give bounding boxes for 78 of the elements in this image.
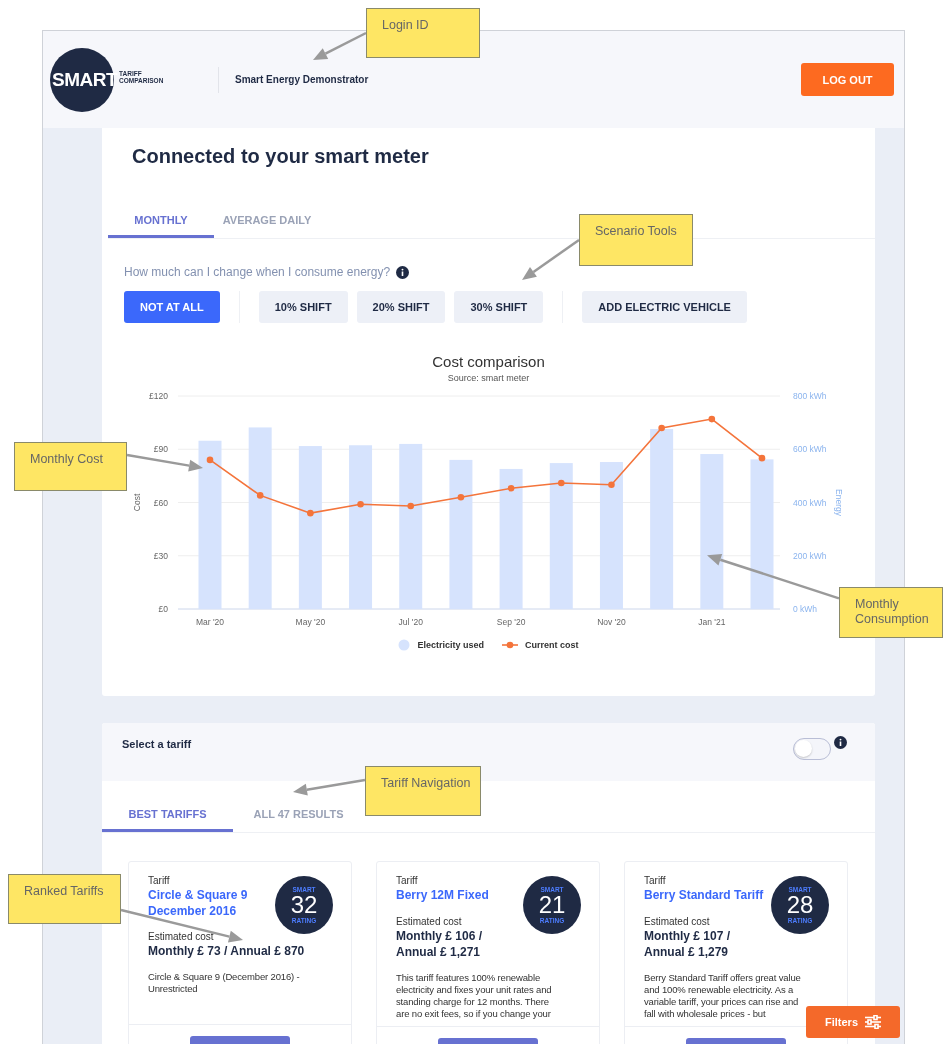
point xyxy=(658,424,665,432)
callout-note: Ranked Tariffs xyxy=(8,874,121,924)
legend-dot-icon xyxy=(398,639,411,651)
axis-tick-label: £0 xyxy=(158,604,168,614)
point xyxy=(357,500,364,508)
point xyxy=(557,479,565,487)
results-tab[interactable]: ALL 47 RESULTS xyxy=(233,808,364,832)
period-tab[interactable]: MONTHLY xyxy=(108,214,214,238)
point xyxy=(307,509,314,517)
legend-line-icon xyxy=(502,641,518,649)
tariff-description: Berry Standard Tariff offers great value and 100% renewable electricity. As a variable tariff, your prices can rise and fall with wholesale prices - but xyxy=(644,972,801,1020)
estimated-cost: Monthly £ 107 / Annual £ 1,279 xyxy=(644,928,731,960)
scenario-button[interactable]: 30% SHIFT xyxy=(454,291,544,323)
axis-tick-label: 600 kWh xyxy=(793,444,827,455)
tariff-name-link[interactable]: Circle & Square 9 December 2016 xyxy=(148,887,275,919)
page-title: Connected to your smart meter xyxy=(132,144,430,168)
axis-tick-label: Mar '20 xyxy=(195,617,225,627)
results-tab[interactable]: BEST TARIFFS xyxy=(102,808,233,832)
point xyxy=(256,492,264,499)
tariff-name-link[interactable]: Berry 12M Fixed xyxy=(396,887,523,903)
legend-label[interactable]: Electricity used xyxy=(417,640,484,650)
filters-button[interactable]: Filters xyxy=(806,1006,900,1038)
chart-subtitle: Source: smart meter xyxy=(446,373,531,383)
legend-label[interactable]: Current cost xyxy=(525,640,579,650)
axis-tick-label: £60 xyxy=(153,497,168,508)
scenario-button[interactable]: NOT AT ALL xyxy=(124,291,220,323)
point xyxy=(507,485,515,492)
point xyxy=(608,481,615,489)
chart-title: Cost comparison xyxy=(431,353,546,370)
callout-arrow xyxy=(311,31,368,62)
axis-tick-label: Jul '20 xyxy=(398,617,423,627)
tariff-description: Circle & Square 9 (December 2016) - Unrestricted xyxy=(148,971,301,995)
scenario-button[interactable]: ADD ELECTRIC VEHICLE xyxy=(582,291,747,323)
axis-tick-label: May '20 xyxy=(295,617,326,627)
scenario-question: How much can I change when I consume energy? xyxy=(124,265,391,279)
axis-tick-label: Jan '21 xyxy=(698,617,726,627)
estimated-cost: Monthly £ 106 / Annual £ 1,271 xyxy=(396,928,483,960)
axis-tick-label: 400 kWh xyxy=(793,497,827,508)
point xyxy=(206,456,214,464)
field-label: Tariff xyxy=(644,875,666,886)
callout-note: Tariff Navigation xyxy=(365,766,481,816)
point xyxy=(708,415,716,423)
point xyxy=(407,502,415,510)
estimated-cost: Monthly £ 73 / Annual £ 870 xyxy=(148,943,305,959)
axis-tick-label: 800 kWh xyxy=(793,391,827,401)
axis-title: Cost xyxy=(132,493,142,512)
axis-tick-label: 0 kWh xyxy=(793,604,818,614)
axis-title: Energy xyxy=(834,489,844,516)
field-label: Estimated cost xyxy=(644,916,710,927)
axis-tick-label: Sep '20 xyxy=(496,617,526,627)
tariff-description: This tariff features 100% renewable electricity and fixes your unit rates and standing charge for 12 months. There are no exit fees, so if you change your xyxy=(396,972,552,1020)
callout-note: Login ID xyxy=(366,8,480,58)
axis-tick-label: £90 xyxy=(153,444,168,455)
point xyxy=(457,493,465,501)
logout-button[interactable]: LOG OUT xyxy=(801,63,894,96)
callout-arrow xyxy=(520,238,581,282)
axis-tick-label: £30 xyxy=(153,550,168,561)
scenario-button[interactable]: 20% SHIFT xyxy=(356,291,446,323)
section-title: Select a tariff xyxy=(122,738,192,750)
callout-note: Scenario Tools xyxy=(579,214,693,266)
login-id: Smart Energy Demonstrator xyxy=(235,74,369,85)
tariff-name-link[interactable]: Berry Standard Tariff xyxy=(644,887,771,903)
axis-tick-label: Nov '20 xyxy=(597,617,626,627)
axis-tick-label: £120 xyxy=(149,391,168,401)
field-label: Tariff xyxy=(396,875,418,886)
scenario-button[interactable]: 10% SHIFT xyxy=(258,291,348,323)
period-tab[interactable]: AVERAGE DAILY xyxy=(214,214,320,238)
info-icon[interactable] xyxy=(834,736,847,749)
callout-note: Monthly Consumption xyxy=(839,587,943,638)
sliders-icon xyxy=(865,1015,881,1029)
field-label: Estimated cost xyxy=(396,916,462,927)
field-label: Estimated cost xyxy=(148,931,214,942)
toggle-switch[interactable] xyxy=(793,738,831,760)
point xyxy=(758,454,766,462)
axis-tick-label: 200 kWh xyxy=(793,550,827,561)
info-icon[interactable] xyxy=(396,265,410,279)
callout-note: Monthly Cost xyxy=(14,442,127,491)
field-label: Tariff xyxy=(148,875,170,886)
